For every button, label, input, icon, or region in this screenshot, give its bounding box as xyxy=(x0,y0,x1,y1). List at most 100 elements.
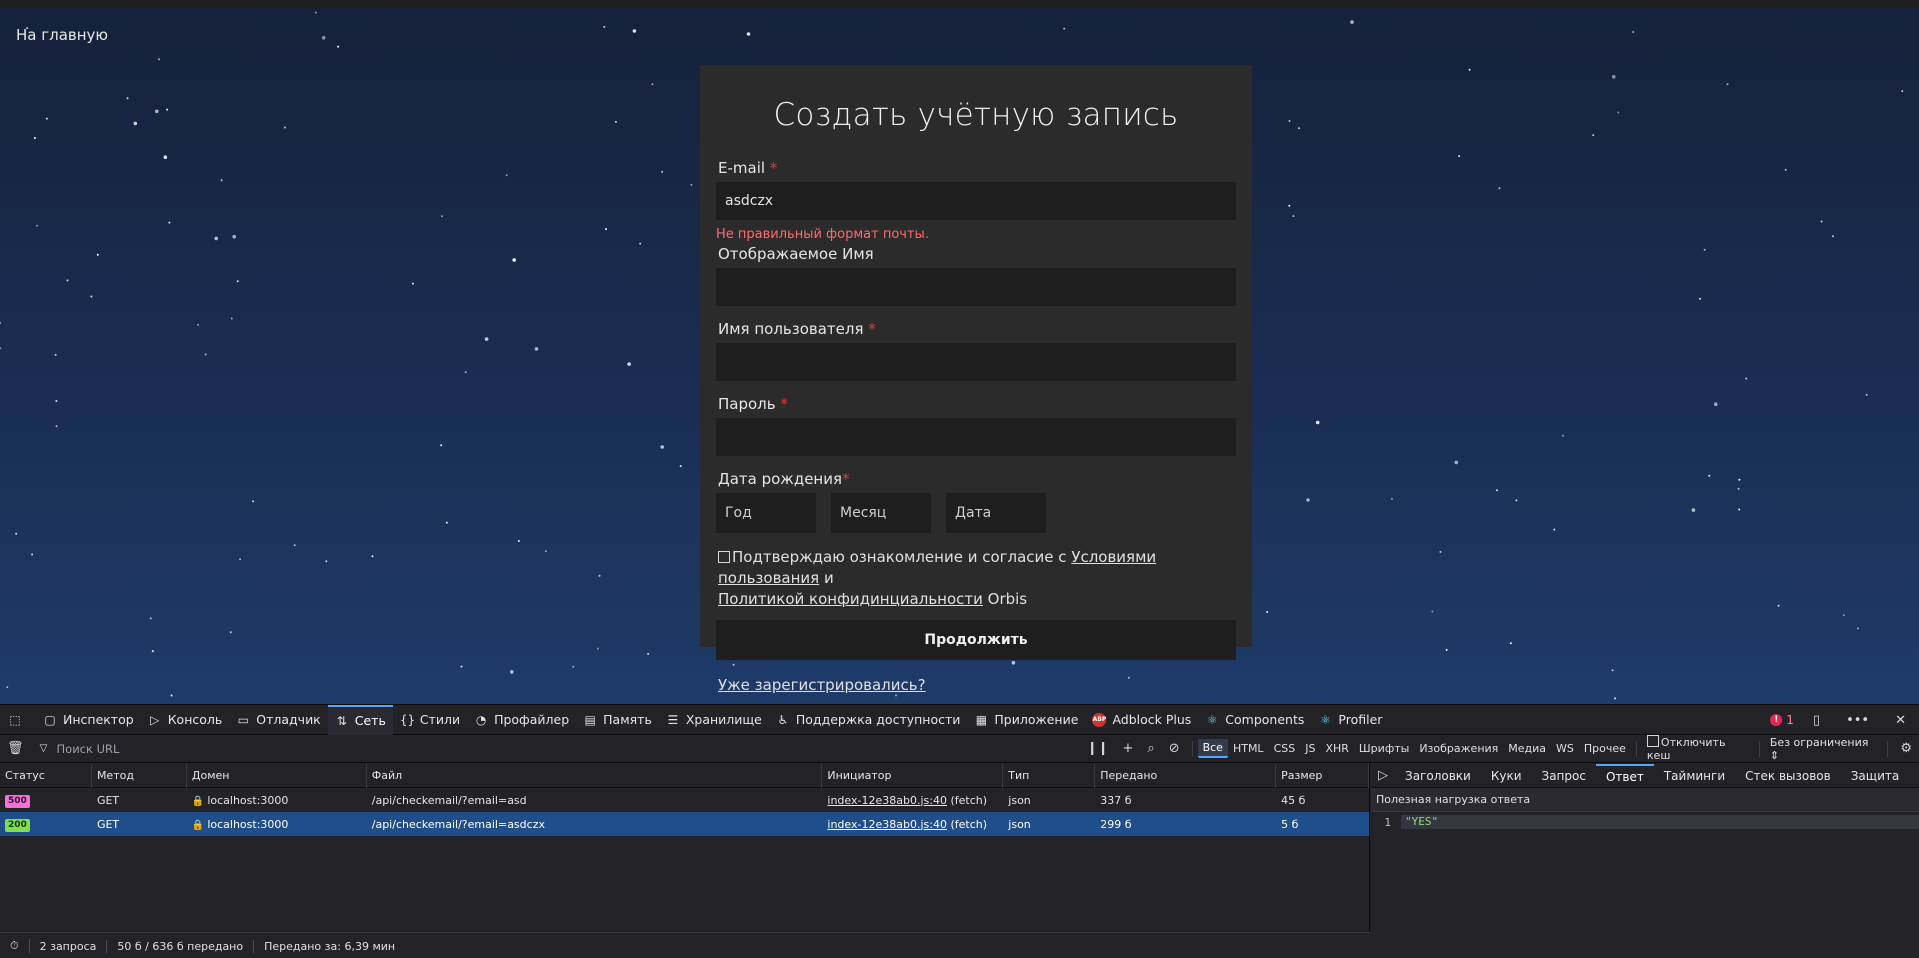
initiator-link[interactable]: index-12e38ab0.js:40 xyxy=(827,794,947,807)
birth-month-select[interactable]: Месяц xyxy=(831,493,931,533)
element-picker-button[interactable]: ⬚ xyxy=(0,705,36,735)
method-cell: GET xyxy=(96,793,120,807)
star xyxy=(1745,377,1748,380)
star xyxy=(1777,604,1780,607)
tab-security[interactable]: Защита xyxy=(1841,764,1910,788)
tab-react-profiler[interactable]: ⚛ Profiler xyxy=(1311,705,1389,735)
star xyxy=(1617,111,1620,114)
column-size[interactable]: Размер xyxy=(1276,763,1370,788)
username-label: Имя пользователя * xyxy=(718,320,876,338)
star xyxy=(534,347,539,351)
tab-response[interactable]: Ответ xyxy=(1595,763,1654,788)
domain-cell: localhost:3000 xyxy=(207,817,289,831)
filter-xhr[interactable]: XHR xyxy=(1320,740,1353,757)
star xyxy=(484,337,489,341)
star xyxy=(1738,478,1741,481)
star xyxy=(510,670,514,674)
close-icon[interactable]: ✕ xyxy=(1888,713,1913,728)
tab-memory[interactable]: ▤ Память xyxy=(576,705,659,735)
star xyxy=(460,665,463,668)
filter-css[interactable]: CSS xyxy=(1269,740,1301,757)
throttling-select[interactable]: Без ограничения ⇕ xyxy=(1765,734,1883,764)
column-domain[interactable]: Домен xyxy=(187,763,367,788)
error-count-badge[interactable]: ! 1 xyxy=(1770,713,1794,727)
display-name-field[interactable] xyxy=(716,268,1236,306)
tab-cookies[interactable]: Куки xyxy=(1481,764,1532,788)
filter-media[interactable]: Медиа xyxy=(1503,740,1551,757)
tab-request[interactable]: Запрос xyxy=(1532,764,1596,788)
storage-icon: ☰ xyxy=(667,712,679,727)
star xyxy=(239,558,242,561)
filter-fonts[interactable]: Шрифты xyxy=(1354,740,1414,757)
tab-headers[interactable]: Заголовки xyxy=(1395,764,1481,788)
birth-year-select[interactable]: Год xyxy=(716,493,816,533)
abp-icon: ABP xyxy=(1092,712,1107,727)
tab-console[interactable]: ▷ Консоль xyxy=(141,705,230,735)
star xyxy=(1063,27,1066,30)
file-cell: /api/checkemail/?email=asdczx xyxy=(371,817,545,831)
tab-profiler[interactable]: ◔ Профайлер xyxy=(467,705,576,735)
tab-stack-trace[interactable]: Стек вызовов xyxy=(1735,764,1841,788)
column-file[interactable]: Файл xyxy=(367,763,823,788)
star xyxy=(596,647,599,650)
username-field[interactable] xyxy=(716,343,1236,381)
consent-checkbox[interactable] xyxy=(718,551,730,563)
column-method[interactable]: Метод xyxy=(92,763,187,788)
pause-icon[interactable]: ❙❙ xyxy=(1080,741,1116,756)
toggle-sidebar-icon[interactable]: ▷ xyxy=(1371,768,1395,783)
gear-icon[interactable]: ⚙ xyxy=(1893,741,1919,756)
star xyxy=(661,170,664,173)
tab-inspector[interactable]: ▢ Инспектор xyxy=(36,705,141,735)
tab-application[interactable]: ▦ Приложение xyxy=(967,705,1085,735)
filter-all[interactable]: Все xyxy=(1197,739,1228,758)
star xyxy=(337,45,340,48)
column-initiator[interactable]: Инициатор xyxy=(822,763,1004,788)
response-payload-header: Полезная нагрузка ответа xyxy=(1371,788,1919,812)
url-filter-input[interactable]: ▽ Поиск URL xyxy=(31,742,1080,756)
column-transferred[interactable]: Передано xyxy=(1095,763,1277,788)
disable-cache-toggle[interactable]: Отключить кеш xyxy=(1642,733,1754,764)
trash-icon[interactable]: 🗑 xyxy=(0,741,31,756)
tab-styles[interactable]: {} Стили xyxy=(393,705,467,735)
privacy-link[interactable]: Политикой конфидинциальности xyxy=(718,590,983,608)
tab-storage[interactable]: ☰ Хранилище xyxy=(659,705,769,735)
filter-html[interactable]: HTML xyxy=(1228,740,1269,757)
home-link[interactable]: На главную xyxy=(16,26,108,44)
network-summary-bar: ⏱ 2 запроса 50 б / 636 б передано Переда… xyxy=(0,932,1370,958)
initiator-link[interactable]: index-12e38ab0.js:40 xyxy=(827,818,947,831)
star xyxy=(220,179,223,182)
add-icon[interactable]: + xyxy=(1116,741,1141,756)
filter-images[interactable]: Изображения xyxy=(1414,740,1503,757)
block-icon[interactable]: ⊘ xyxy=(1162,741,1187,756)
password-label: Пароль * xyxy=(718,395,788,413)
page-viewport: На главную Создать учётную запись E-mail… xyxy=(0,0,1919,704)
tab-timings[interactable]: Тайминги xyxy=(1654,764,1735,788)
star xyxy=(441,215,443,218)
tab-components[interactable]: ⚛ Components xyxy=(1198,705,1311,735)
already-registered-link[interactable]: Уже зарегистрировались? xyxy=(718,676,1236,694)
password-field[interactable] xyxy=(716,418,1236,456)
column-type[interactable]: Тип xyxy=(1003,763,1096,788)
status-badge: 500 xyxy=(5,794,30,808)
tab-debugger[interactable]: ▭ Отладчик xyxy=(229,705,327,735)
filter-other[interactable]: Прочее xyxy=(1579,740,1631,757)
response-value[interactable]: "YES" xyxy=(1401,815,1919,829)
birth-day-select[interactable]: Дата xyxy=(946,493,1046,533)
column-status[interactable]: Статус xyxy=(0,763,92,788)
star xyxy=(605,228,607,231)
search-icon[interactable]: ⌕ xyxy=(1140,741,1161,756)
tab-adblock-plus[interactable]: ABP Adblock Plus xyxy=(1085,705,1198,735)
table-row[interactable]: 500 GET 🔒 localhost:3000 /api/checkemail/… xyxy=(0,788,1369,812)
react-icon: ⚛ xyxy=(1206,712,1218,727)
tab-network[interactable]: ⇅ Сеть xyxy=(327,704,393,735)
filter-ws[interactable]: WS xyxy=(1551,740,1579,757)
dock-side-icon[interactable]: ▯ xyxy=(1806,713,1827,728)
disable-cache-checkbox[interactable] xyxy=(1646,735,1659,747)
star xyxy=(1632,31,1635,33)
continue-button[interactable]: Продолжить xyxy=(716,620,1236,660)
email-field[interactable] xyxy=(716,182,1236,220)
more-options-icon[interactable]: ••• xyxy=(1839,713,1876,728)
filter-js[interactable]: JS xyxy=(1300,740,1320,757)
table-row[interactable]: 200 GET 🔒 localhost:3000 /api/checkemail/… xyxy=(0,812,1369,836)
tab-accessibility[interactable]: ♿ Поддержка доступности xyxy=(769,705,968,735)
